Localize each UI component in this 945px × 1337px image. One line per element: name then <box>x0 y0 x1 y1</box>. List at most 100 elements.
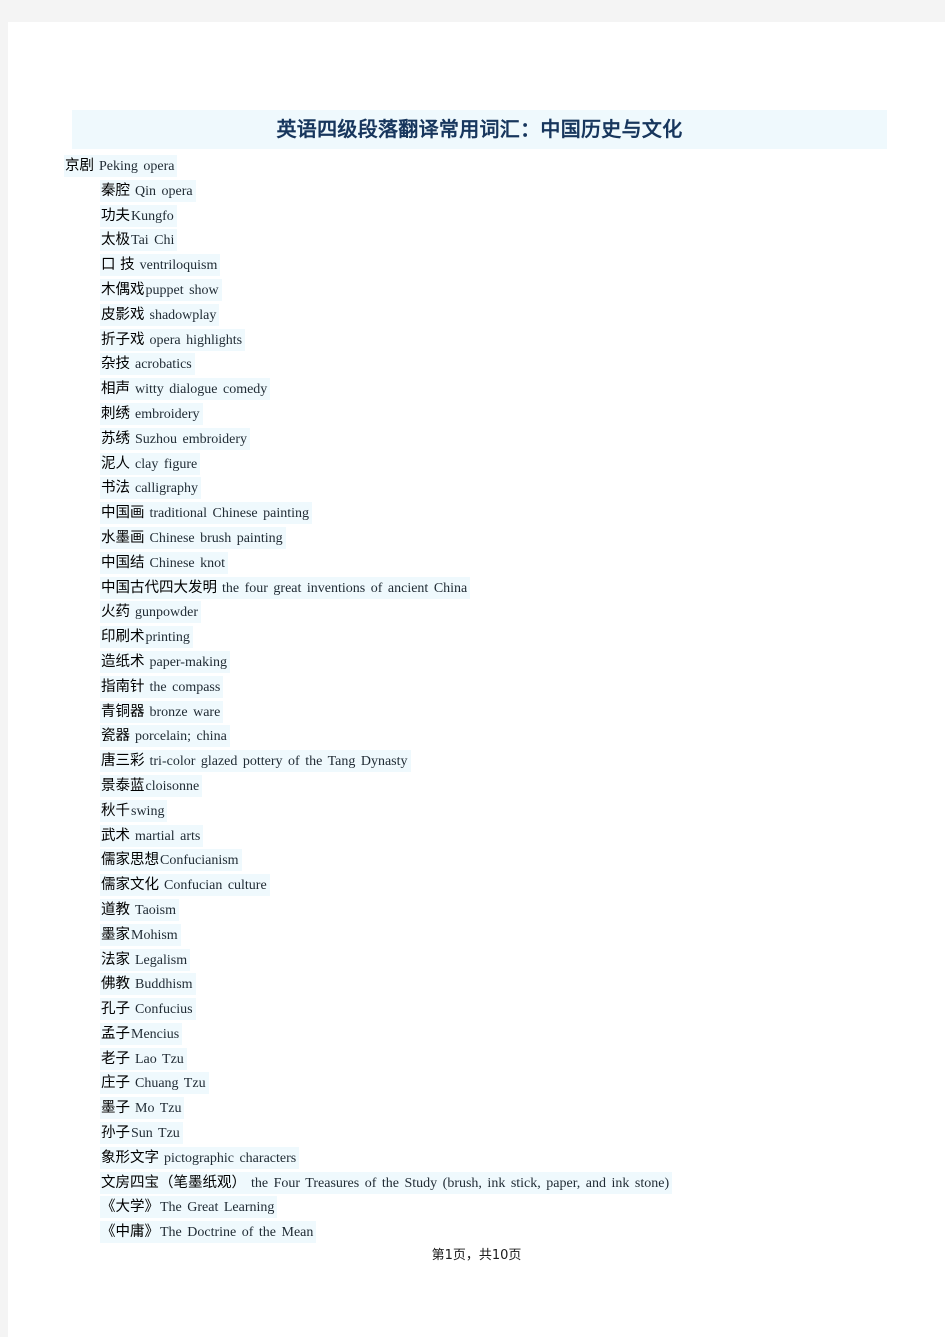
vocabulary-entry-highlight: 儒家文化 Confucian culture <box>100 874 270 897</box>
term-chinese: 指南针 <box>101 678 145 695</box>
term-english: traditional Chinese painting <box>149 506 310 522</box>
term-english: Mohism <box>131 927 178 943</box>
term-english: Mencius <box>131 1026 180 1042</box>
term-chinese: 瓷器 <box>101 728 130 745</box>
term-english: puppet show <box>145 282 219 298</box>
term-english: Confucius <box>135 1002 193 1018</box>
vocabulary-entry: 口 技 ventriloquism <box>8 253 945 278</box>
term-english: bronze ware <box>149 704 221 720</box>
vocabulary-entry: 《大学》The Great Learning <box>8 1195 945 1220</box>
vocabulary-entry: 功夫Kungfo <box>8 204 945 229</box>
vocabulary-entry: 老子 Lao Tzu <box>8 1047 945 1072</box>
term-english: opera highlights <box>149 332 243 348</box>
vocabulary-entry-highlight: 折子戏 opera highlights <box>100 328 246 351</box>
term-english: Legalism <box>135 952 188 968</box>
vocabulary-entry: 皮影戏 shadowplay <box>8 303 945 328</box>
term-english: Kungfo <box>131 208 174 224</box>
vocabulary-entry: 泥人 clay figure <box>8 452 945 477</box>
term-chinese: 苏绣 <box>101 430 130 447</box>
term-english: Chinese brush painting <box>149 530 283 546</box>
term-chinese: 木偶戏 <box>101 281 145 298</box>
term-english: Suzhou embroidery <box>135 431 248 447</box>
term-english: printing <box>145 630 190 646</box>
vocabulary-entry-highlight: 瓷器 porcelain; china <box>100 725 230 748</box>
vocabulary-entry-highlight: 景泰蓝cloisonne <box>100 774 203 797</box>
term-chinese: 皮影戏 <box>101 306 145 323</box>
vocabulary-entry: 孟子Mencius <box>8 1022 945 1047</box>
term-chinese: 折子戏 <box>101 331 145 348</box>
term-chinese: 造纸术 <box>101 653 145 670</box>
vocabulary-entry-highlight: 刺绣 embroidery <box>100 402 203 425</box>
term-english: embroidery <box>135 406 200 422</box>
vocabulary-entry: 《中庸》The Doctrine of the Mean <box>8 1220 945 1245</box>
vocabulary-entry-highlight: 相声 witty dialogue comedy <box>100 378 271 401</box>
vocabulary-entry: 指南针 the compass <box>8 675 945 700</box>
vocabulary-entry: 木偶戏puppet show <box>8 278 945 303</box>
vocabulary-entry-highlight: 墨子 Mo Tzu <box>100 1097 185 1120</box>
vocabulary-entry: 景泰蓝cloisonne <box>8 774 945 799</box>
vocabulary-entry-highlight: 孔子 Confucius <box>100 998 196 1021</box>
vocabulary-entry-highlight: 庄子 Chuang Tzu <box>100 1072 209 1095</box>
vocabulary-entry: 儒家思想Confucianism <box>8 848 945 873</box>
term-english: Mo Tzu <box>135 1101 182 1117</box>
vocabulary-entry: 中国古代四大发明 the four great inventions of anc… <box>8 576 945 601</box>
term-english: Confucianism <box>160 853 239 869</box>
term-chinese: 相声 <box>101 381 130 398</box>
term-english: Sun Tzu <box>131 1126 180 1142</box>
vocabulary-entry: 道教 Taoism <box>8 898 945 923</box>
vocabulary-entry-highlight: 水墨画 Chinese brush painting <box>100 526 286 549</box>
term-chinese: 功夫 <box>101 207 130 224</box>
vocabulary-entry: 秦腔 Qin opera <box>8 179 945 204</box>
vocabulary-list: 京剧 Peking opera 秦腔 Qin opera 功夫Kungfo 太极Tai C… <box>8 154 945 1245</box>
term-chinese: 法家 <box>101 951 130 968</box>
vocabulary-entry-highlight: 印刷术printing <box>100 626 193 649</box>
vocabulary-entry-highlight: 皮影戏 shadowplay <box>100 303 220 326</box>
term-english: The Great Learning <box>160 1200 275 1216</box>
term-chinese: 景泰蓝 <box>101 777 145 794</box>
vocabulary-entry-highlight: 儒家思想Confucianism <box>100 849 242 872</box>
vocabulary-entry-highlight: 造纸术 paper-making <box>100 650 230 673</box>
vocabulary-entry: 书法 calligraphy <box>8 476 945 501</box>
term-chinese: 刺绣 <box>101 405 130 422</box>
vocabulary-entry: 唐三彩 tri-color glazed pottery of the Tang … <box>8 749 945 774</box>
term-english: witty dialogue comedy <box>135 382 268 398</box>
term-chinese: 中国画 <box>101 505 145 522</box>
term-chinese: 《大学》 <box>101 1199 159 1216</box>
vocabulary-entry: 墨家Mohism <box>8 923 945 948</box>
vocabulary-entry-highlight: 功夫Kungfo <box>100 204 177 227</box>
vocabulary-entry-highlight: 指南针 the compass <box>100 675 224 698</box>
document-page: 英语四级段落翻译常用词汇：中国历史与文化 京剧 Peking opera 秦腔 Qin… <box>8 22 945 1337</box>
term-english: calligraphy <box>135 481 198 497</box>
term-english: Chinese knot <box>149 555 226 571</box>
term-chinese: 火药 <box>101 604 130 621</box>
term-chinese: 中国结 <box>101 554 145 571</box>
term-chinese: 老子 <box>101 1050 130 1067</box>
vocabulary-entry-highlight: 书法 calligraphy <box>100 477 201 500</box>
term-chinese: 印刷术 <box>101 629 145 646</box>
vocabulary-entry: 佛教 Buddhism <box>8 972 945 997</box>
term-chinese: 唐三彩 <box>101 753 145 770</box>
vocabulary-entry: 孔子 Confucius <box>8 997 945 1022</box>
term-english: Tai Chi <box>131 233 175 249</box>
term-chinese: 泥人 <box>101 455 130 472</box>
vocabulary-entry: 杂技 acrobatics <box>8 352 945 377</box>
vocabulary-entry-highlight: 孟子Mencius <box>100 1022 183 1045</box>
vocabulary-entry-highlight: 象形文字 pictographic characters <box>100 1146 300 1169</box>
vocabulary-entry-highlight: 文房四宝（笔墨纸观） the Four Treasures of the Stud… <box>100 1171 673 1194</box>
vocabulary-entry: 太极Tai Chi <box>8 228 945 253</box>
vocabulary-entry-highlight: 武术 martial arts <box>100 824 204 847</box>
term-chinese: 佛教 <box>101 976 130 993</box>
vocabulary-entry-highlight: 青铜器 bronze ware <box>100 700 224 723</box>
vocabulary-entry-highlight: 木偶戏puppet show <box>100 278 222 301</box>
vocabulary-entry: 火药 gunpowder <box>8 600 945 625</box>
vocabulary-entry-highlight: 秦腔 Qin opera <box>100 179 196 202</box>
vocabulary-entry-highlight: 《大学》The Great Learning <box>100 1196 278 1219</box>
term-chinese: 孟子 <box>101 1025 130 1042</box>
term-english: shadowplay <box>149 307 217 323</box>
vocabulary-entry: 青铜器 bronze ware <box>8 700 945 725</box>
term-english: Chuang Tzu <box>135 1076 206 1092</box>
term-chinese: 中国古代四大发明 <box>101 579 217 596</box>
vocabulary-entry-highlight: 孙子Sun Tzu <box>100 1122 183 1145</box>
term-english: Lao Tzu <box>135 1051 184 1067</box>
vocabulary-entry-highlight: 佛教 Buddhism <box>100 973 196 996</box>
